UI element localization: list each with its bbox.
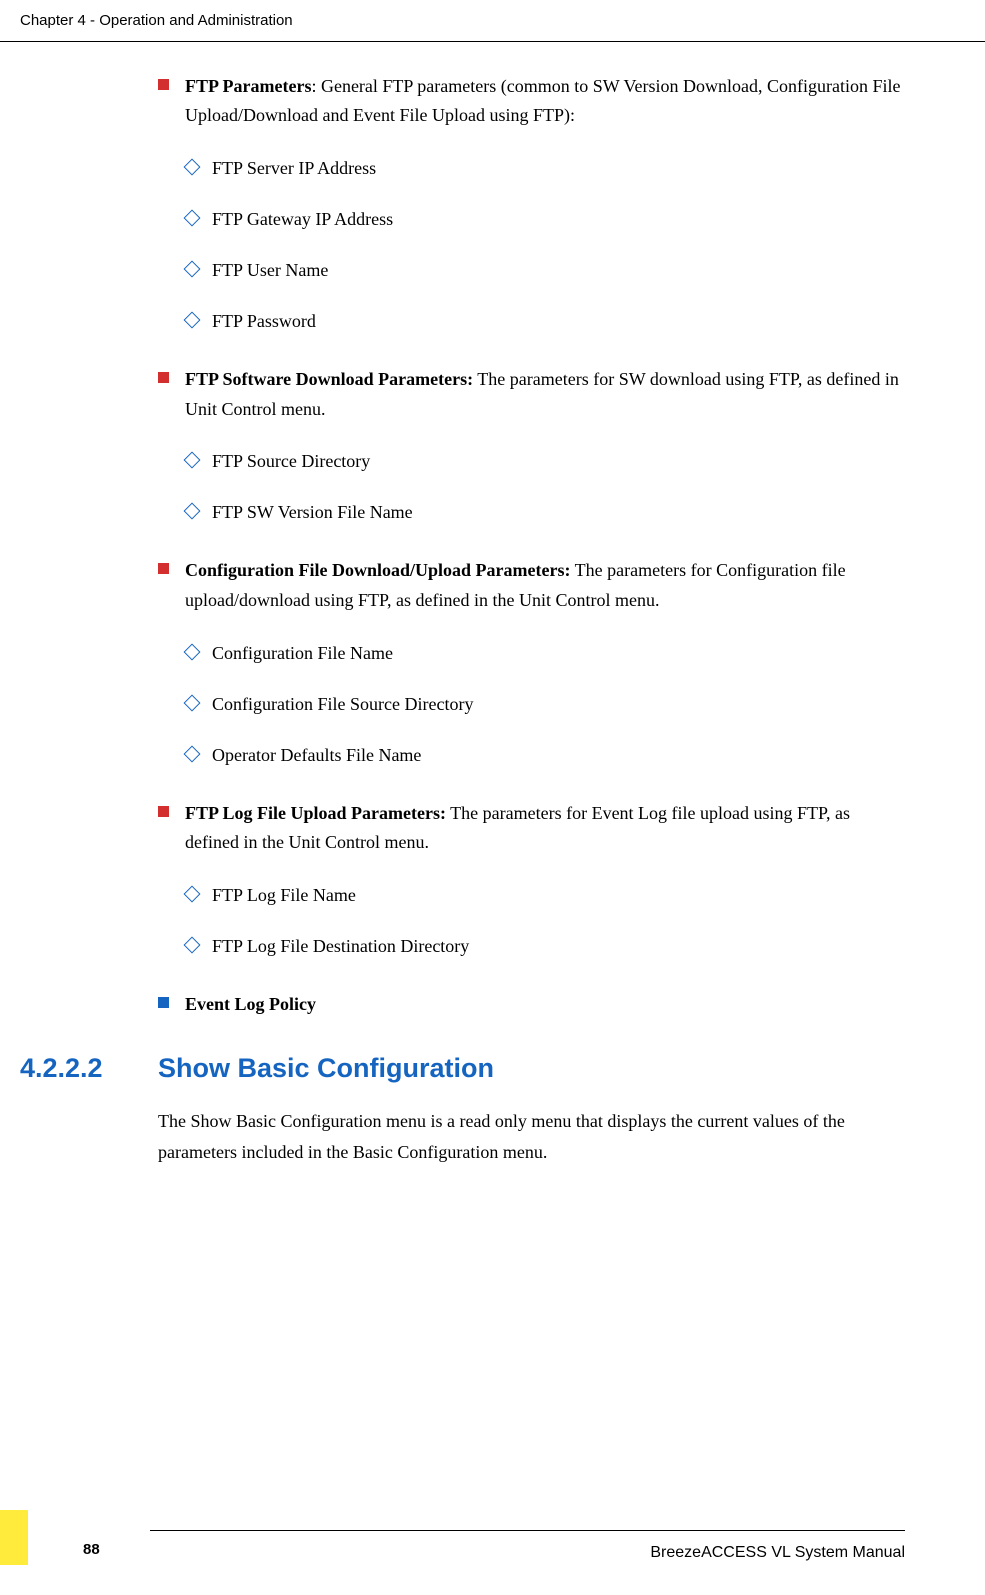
diamond-bullet-icon (184, 311, 201, 328)
footer-line-wrap: BreezeACCESS VL System Manual (100, 1530, 985, 1565)
section-body: The Show Basic Configuration menu is a r… (158, 1106, 905, 1167)
diamond-bullet-icon (184, 643, 201, 660)
square-bullet-icon (158, 79, 169, 90)
section-title: Show Basic Configuration (158, 1048, 494, 1089)
sub-list-item: Operator Defaults File Name (186, 742, 905, 769)
list-item: FTP Parameters: General FTP parameters (… (158, 72, 905, 131)
list-item: FTP Software Download Parameters: The pa… (158, 365, 905, 424)
diamond-bullet-icon (184, 694, 201, 711)
sub-list-item: FTP Log File Name (186, 882, 905, 909)
section-number: 4.2.2.2 (20, 1048, 158, 1089)
sub-item-text: FTP SW Version File Name (212, 499, 413, 526)
diamond-bullet-icon (184, 937, 201, 954)
diamond-bullet-icon (184, 503, 201, 520)
sub-list-item: Configuration File Name (186, 640, 905, 667)
square-bullet-icon (158, 563, 169, 574)
main-content: FTP Parameters: General FTP parameters (… (0, 42, 985, 1188)
sub-item-text: FTP Server IP Address (212, 155, 376, 182)
square-bullet-icon (158, 372, 169, 383)
sub-item-text: FTP Source Directory (212, 448, 370, 475)
diamond-bullet-icon (184, 452, 201, 469)
sub-item-text: Configuration File Name (212, 640, 393, 667)
sub-item-text: FTP Log File Destination Directory (212, 933, 469, 960)
list-item-text: FTP Parameters: General FTP parameters (… (185, 72, 905, 131)
sub-list-item: Configuration File Source Directory (186, 691, 905, 718)
diamond-bullet-icon (184, 158, 201, 175)
list-item-text: Event Log Policy (185, 990, 905, 1020)
sub-item-text: FTP Gateway IP Address (212, 206, 393, 233)
sub-item-text: Configuration File Source Directory (212, 691, 473, 718)
list-item: Event Log Policy (158, 990, 905, 1020)
list-item-text: FTP Software Download Parameters: The pa… (185, 365, 905, 424)
sub-list-item: FTP Source Directory (186, 448, 905, 475)
sub-item-text: FTP Log File Name (212, 882, 356, 909)
sub-list-item: FTP Log File Destination Directory (186, 933, 905, 960)
page-footer: 88 BreezeACCESS VL System Manual (0, 1510, 985, 1565)
list-item-text: FTP Log File Upload Parameters: The para… (185, 799, 905, 858)
list-item-text: Configuration File Download/Upload Param… (185, 556, 905, 615)
diamond-bullet-icon (184, 886, 201, 903)
sub-list-item: FTP SW Version File Name (186, 499, 905, 526)
square-bullet-icon (158, 806, 169, 817)
sub-list-item: FTP Server IP Address (186, 155, 905, 182)
list-item: FTP Log File Upload Parameters: The para… (158, 799, 905, 858)
diamond-bullet-icon (184, 260, 201, 277)
chapter-title: Chapter 4 - Operation and Administration (20, 12, 293, 29)
sub-list-item: FTP Gateway IP Address (186, 206, 905, 233)
sub-list-item: FTP User Name (186, 257, 905, 284)
sub-list-item: FTP Password (186, 308, 905, 335)
diamond-bullet-icon (184, 745, 201, 762)
diamond-bullet-icon (184, 209, 201, 226)
sub-item-text: Operator Defaults File Name (212, 742, 421, 769)
footer-accent (0, 1510, 28, 1565)
list-item: Configuration File Download/Upload Param… (158, 556, 905, 615)
square-bullet-icon (158, 997, 169, 1008)
footer-manual-title: BreezeACCESS VL System Manual (150, 1530, 905, 1565)
sub-item-text: FTP User Name (212, 257, 328, 284)
page-number: 88 (28, 1539, 100, 1566)
page-header: Chapter 4 - Operation and Administration (0, 0, 985, 42)
section-heading: 4.2.2.2 Show Basic Configuration (20, 1048, 905, 1089)
sub-item-text: FTP Password (212, 308, 316, 335)
